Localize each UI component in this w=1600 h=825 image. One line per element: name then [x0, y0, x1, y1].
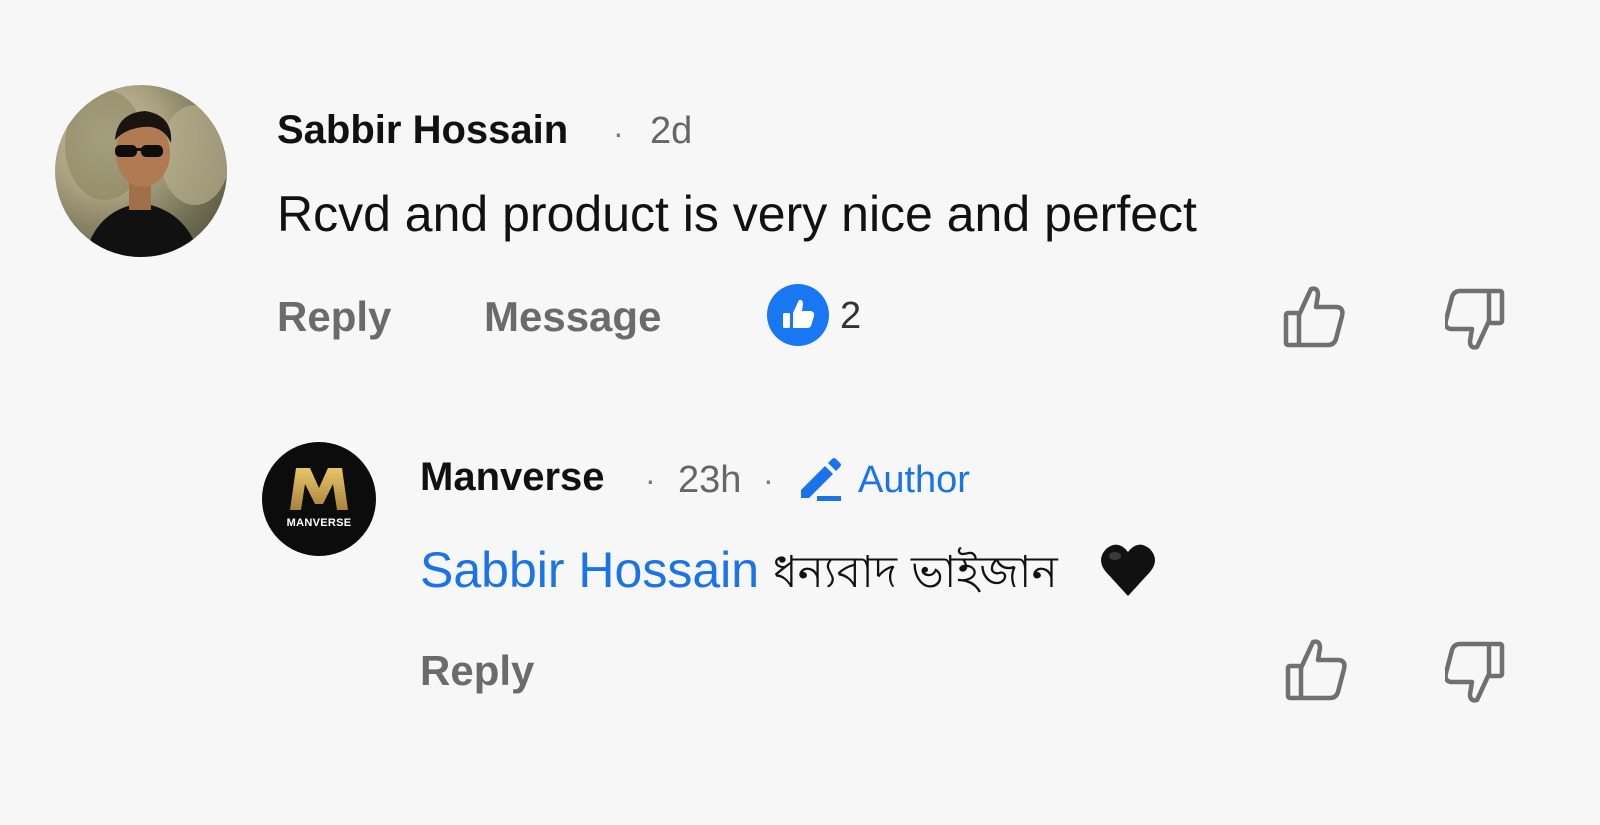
svg-text:MANVERSE: MANVERSE [287, 517, 352, 529]
thumbs-down-icon[interactable] [1443, 287, 1505, 353]
separator-dot: · [645, 462, 656, 498]
like-reaction-icon[interactable] [767, 284, 829, 346]
comment-author-name[interactable]: Sabbir Hossain [277, 108, 568, 153]
separator-dot: · [763, 462, 774, 498]
author-badge: Author [858, 459, 970, 501]
thumbs-down-icon[interactable] [1443, 640, 1505, 706]
manverse-logo-icon: MANVERSE [287, 468, 352, 529]
comment-timestamp[interactable]: 2d [650, 110, 692, 153]
thumbs-up-icon[interactable] [1283, 283, 1347, 349]
pencil-icon [797, 456, 843, 502]
reaction-count: 2 [840, 295, 862, 337]
message-button[interactable]: Message [484, 293, 661, 341]
person-photo-icon [65, 90, 227, 257]
reply-body: Sabbir Hossain ধন্যবাদ ভাইজান [420, 539, 1058, 612]
reply-button[interactable]: Reply [277, 293, 391, 341]
user-avatar[interactable] [55, 85, 227, 257]
reply-text: ধন্যবাদ ভাইজান [772, 547, 1058, 598]
brand-avatar[interactable]: MANVERSE [262, 442, 376, 556]
reply-button[interactable]: Reply [420, 647, 534, 695]
thumbs-up-icon[interactable] [1285, 636, 1349, 702]
comments-panel: Sabbir Hossain · 2d Rcvd and product is … [0, 0, 1600, 825]
reply-timestamp[interactable]: 23h [678, 459, 741, 502]
black-heart-icon [1098, 540, 1158, 600]
comment-body: Rcvd and product is very nice and perfec… [277, 186, 1197, 242]
mention-link[interactable]: Sabbir Hossain [420, 542, 759, 598]
reply-author-name[interactable]: Manverse [420, 455, 605, 500]
separator-dot: · [613, 115, 624, 151]
